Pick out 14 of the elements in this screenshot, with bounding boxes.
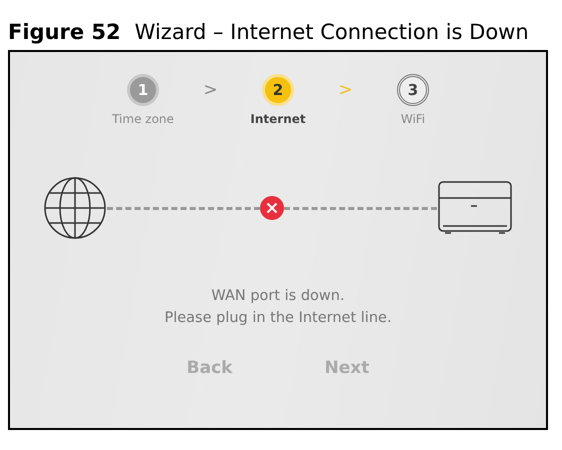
status-message: Please plug in the Internet line. [164,310,392,326]
step-number: 1 [127,74,159,106]
step-label: Time zone [112,112,174,126]
figure-number: Figure 52 [8,20,121,44]
figure-title: Wizard – Internet Connection is Down [134,20,529,44]
step-number: 2 [262,74,294,106]
step-label: WiFi [400,112,426,126]
status-message: WAN port is down. [211,288,345,304]
step-separator: > [337,80,354,100]
router-icon [437,180,513,236]
step-separator: > [202,80,219,100]
step-number: 3 [397,74,429,106]
step-label: Internet [250,112,306,126]
globe-icon [43,176,107,240]
